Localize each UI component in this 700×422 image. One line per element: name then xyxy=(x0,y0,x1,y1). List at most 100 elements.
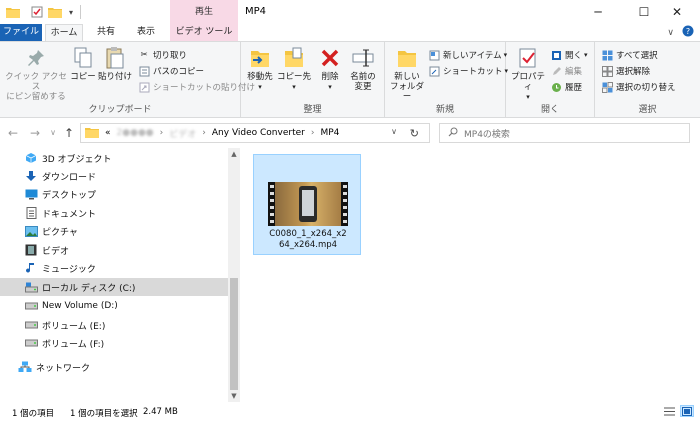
breadcrumb-overflow[interactable]: « xyxy=(105,128,111,138)
ribbon-tabs: ファイル ホーム 共有 表示 ビデオ ツール ∨ ? xyxy=(0,24,700,42)
edit-button[interactable]: 編集 xyxy=(550,64,582,78)
pin-icon xyxy=(24,46,48,70)
close-button[interactable]: ✕ xyxy=(654,0,700,24)
tree-item-3d-objects[interactable]: 3D オブジェクト xyxy=(0,149,228,167)
select-all-icon xyxy=(601,49,613,61)
scrollbar-thumb[interactable] xyxy=(230,278,238,390)
tree-item-downloads[interactable]: ダウンロード xyxy=(0,167,228,185)
navigation-scrollbar[interactable]: ▲ ▼ xyxy=(228,148,240,402)
tree-item-videos[interactable]: ビデオ xyxy=(0,241,228,259)
rename-icon xyxy=(351,46,375,70)
edit-icon xyxy=(550,65,562,77)
copy-button[interactable]: コピー xyxy=(70,46,96,82)
tree-label: デスクトップ xyxy=(42,190,97,201)
breadcrumb-user[interactable]: 2●●●● xyxy=(117,128,154,138)
new-item-button[interactable]: 新しいアイテム ▾ xyxy=(428,48,507,62)
history-button[interactable]: 履歴 xyxy=(550,80,582,94)
new-folder-button[interactable]: 新しい フォルダー xyxy=(389,46,425,102)
tab-video-tools[interactable]: ビデオ ツール xyxy=(170,24,238,41)
tree-item-network[interactable]: ネットワーク xyxy=(0,358,228,376)
details-view-icon[interactable] xyxy=(662,405,676,417)
tree-item-volume-f[interactable]: ボリューム (F:) xyxy=(0,334,228,352)
tab-file[interactable]: ファイル xyxy=(0,24,42,41)
breadcrumb-separator-icon: › xyxy=(159,128,164,138)
folder-icon xyxy=(6,5,20,19)
select-all-label: すべて選択 xyxy=(616,51,658,61)
scroll-down-icon[interactable]: ▼ xyxy=(228,392,240,400)
cut-button[interactable]: ✂ 切り取り xyxy=(138,48,187,62)
address-bar[interactable]: « 2●●●● › ビデオ › Any Video Converter › MP… xyxy=(80,123,430,143)
copy-path-label: パスのコピー xyxy=(153,67,205,77)
delete-button[interactable]: 削除 ▾ xyxy=(317,46,343,92)
title-bar: ▾ 再生 MP4 ─ ☐ ✕ xyxy=(0,0,700,24)
select-none-button[interactable]: 選択解除 xyxy=(601,64,650,78)
recent-locations-icon[interactable]: ∨ xyxy=(46,128,60,137)
search-icon xyxy=(448,127,458,140)
invert-selection-label: 選択の切り替え xyxy=(616,83,676,93)
move-to-icon xyxy=(248,46,272,70)
copy-label: コピー xyxy=(70,72,96,82)
move-to-button[interactable]: 移動先 ▾ xyxy=(245,46,275,92)
address-dropdown-icon[interactable]: ∨ xyxy=(391,127,397,136)
tab-home[interactable]: ホーム xyxy=(45,24,83,42)
select-all-button[interactable]: すべて選択 xyxy=(601,48,658,62)
easy-access-button[interactable]: ショートカット ▾ xyxy=(428,64,508,78)
tab-share[interactable]: 共有 xyxy=(88,24,124,41)
paste-button[interactable]: 貼り付け xyxy=(98,46,132,82)
new-folder-quick-icon[interactable] xyxy=(48,5,62,19)
move-to-dropdown-icon: ▾ xyxy=(258,83,262,91)
properties-icon xyxy=(516,46,540,70)
select-none-icon xyxy=(601,65,613,77)
copy-to-button[interactable]: コピー先 ▾ xyxy=(277,46,311,92)
desktop-icon xyxy=(24,188,38,200)
properties-quick-icon[interactable] xyxy=(30,5,44,19)
large-icons-view-icon[interactable] xyxy=(680,405,694,417)
properties-button[interactable]: プロパティ ▾ xyxy=(510,46,546,102)
easy-access-label: ショートカット xyxy=(443,67,503,77)
back-arrow-icon[interactable]: ← xyxy=(6,126,20,140)
ribbon: クイック アクセス にピン留めする コピー 貼り付け ✂ 切り取り パスのコピー xyxy=(0,41,700,118)
tree-label: ドキュメント xyxy=(42,209,97,220)
tree-item-music[interactable]: ミュージック xyxy=(0,259,228,277)
invert-selection-button[interactable]: 選択の切り替え xyxy=(601,80,676,94)
window-title: MP4 xyxy=(245,6,267,17)
tree-item-volume-e[interactable]: ボリューム (E:) xyxy=(0,316,228,334)
properties-dropdown-icon: ▾ xyxy=(526,93,530,101)
breadcrumb-mp4[interactable]: MP4 xyxy=(320,128,339,138)
item-count: 1 個の項目 xyxy=(12,409,55,419)
open-label: 開く xyxy=(565,51,583,61)
file-item-mp4[interactable]: C0080_1_x264_x2 64_x264.mp4 xyxy=(253,154,361,255)
copy-icon xyxy=(71,46,95,70)
refresh-icon[interactable]: ↻ xyxy=(410,127,419,140)
edit-label: 編集 xyxy=(565,67,583,77)
rename-button[interactable]: 名前の 変更 xyxy=(347,46,379,92)
search-placeholder: MP4の検索 xyxy=(464,129,510,140)
paste-shortcut-button[interactable]: ショートカットの貼り付け xyxy=(138,80,255,94)
tree-item-pictures[interactable]: ピクチャ xyxy=(0,222,228,240)
up-arrow-icon[interactable]: ↑ xyxy=(62,126,76,140)
help-icon[interactable]: ? xyxy=(682,25,694,40)
new-item-icon xyxy=(428,49,440,61)
breadcrumb-videos[interactable]: ビデオ xyxy=(169,127,196,140)
breadcrumb-any-video-converter[interactable]: Any Video Converter xyxy=(212,128,305,138)
address-folder-icon xyxy=(85,126,99,141)
tree-item-local-disk-c[interactable]: ローカル ディスク (C:) xyxy=(0,278,228,296)
tab-view[interactable]: 表示 xyxy=(128,24,164,41)
search-box[interactable]: MP4の検索 xyxy=(439,123,690,143)
tree-item-volume-d[interactable]: New Volume (D:) xyxy=(0,297,228,315)
tree-item-desktop[interactable]: デスクトップ xyxy=(0,185,228,203)
new-group-label: 新規 xyxy=(435,105,454,115)
tree-item-documents[interactable]: ドキュメント xyxy=(0,204,228,222)
forward-arrow-icon[interactable]: → xyxy=(28,126,42,140)
pin-quick-access-button[interactable]: クイック アクセス にピン留めする xyxy=(4,46,68,102)
copy-path-button[interactable]: パスのコピー xyxy=(138,64,204,78)
collapse-ribbon-icon[interactable]: ∨ xyxy=(667,28,674,38)
new-folder-label-2: フォルダー xyxy=(389,82,424,102)
quick-access-dropdown-icon[interactable]: ▾ xyxy=(64,5,78,19)
minimize-button[interactable]: ─ xyxy=(575,0,621,24)
organize-group-label: 整理 xyxy=(303,105,322,115)
paste-shortcut-label: ショートカットの貼り付け xyxy=(153,83,256,93)
delete-label: 削除 xyxy=(321,72,339,82)
open-button[interactable]: 開く ▾ xyxy=(550,48,588,62)
scroll-up-icon[interactable]: ▲ xyxy=(228,150,240,158)
